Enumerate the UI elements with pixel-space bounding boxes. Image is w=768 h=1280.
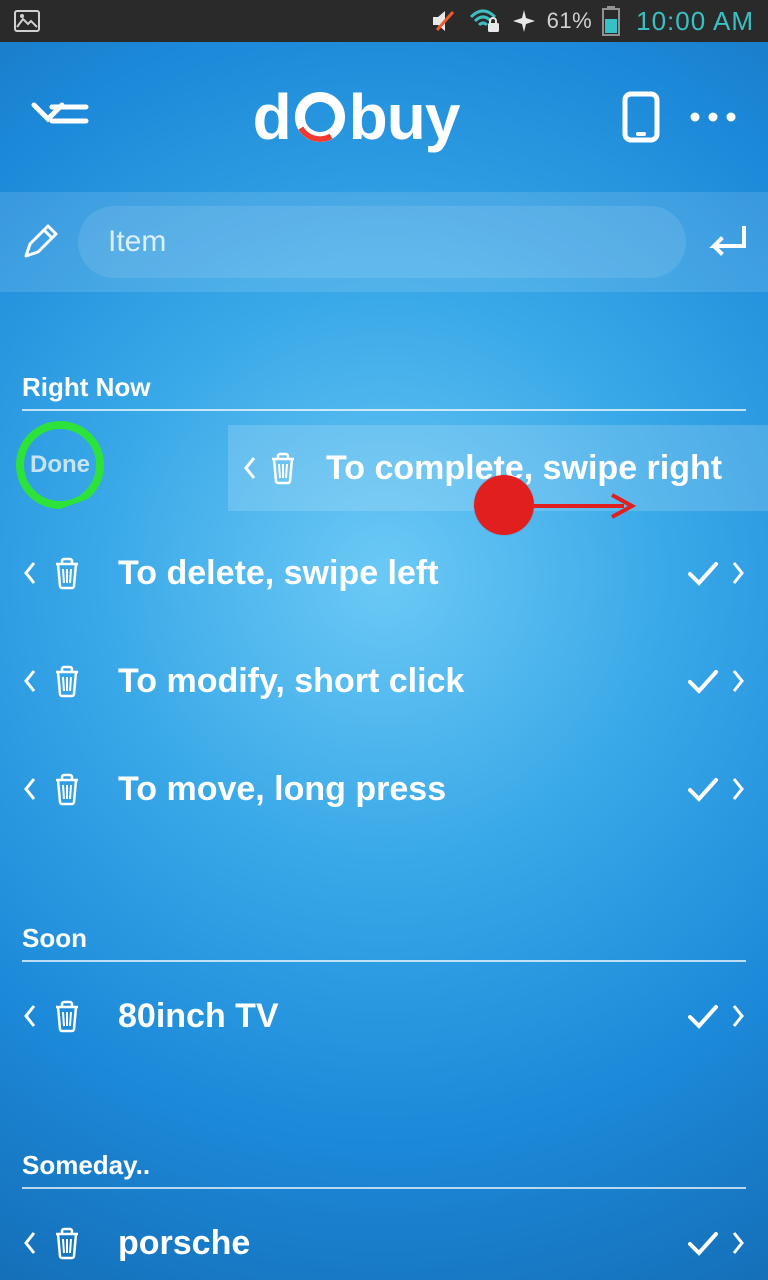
- trash-icon: [52, 772, 82, 806]
- chevron-left-icon: [22, 1002, 38, 1030]
- app-header: d buy: [0, 42, 768, 192]
- check-icon: [686, 1229, 720, 1257]
- list-item-label: To modify, short click: [96, 662, 672, 701]
- trash-icon: [52, 664, 82, 698]
- chevron-right-icon: [730, 1229, 746, 1257]
- chevron-right-icon: [730, 667, 746, 695]
- picture-icon: [14, 10, 40, 32]
- input-bar: [0, 192, 768, 292]
- section-title: Right Now: [22, 372, 746, 411]
- logo-ring-icon: [295, 92, 345, 142]
- list-item[interactable]: 80inch TV: [22, 962, 746, 1070]
- app-title-right: buy: [349, 80, 460, 154]
- app-title-left: d: [253, 80, 291, 154]
- trash-icon: [52, 999, 82, 1033]
- wifi-lock-icon: [469, 9, 501, 33]
- item-input-container: [78, 206, 686, 278]
- trash-icon: [268, 451, 298, 485]
- check-icon: [686, 559, 720, 587]
- menu-button[interactable]: [30, 97, 90, 137]
- section-title: Someday..: [22, 1150, 746, 1189]
- list-item[interactable]: porsche: [22, 1189, 746, 1280]
- list-item-label: To move, long press: [96, 770, 672, 809]
- more-button[interactable]: [688, 110, 738, 124]
- status-bar: 61% 10:00 AM: [0, 0, 768, 42]
- device-button[interactable]: [622, 91, 660, 143]
- trash-icon: [52, 556, 82, 590]
- chevron-left-icon: [242, 454, 258, 482]
- item-input[interactable]: [108, 225, 656, 259]
- gesture-arrow-icon: [534, 491, 644, 521]
- section-right-now: Right Now Done To complete, swipe right: [22, 372, 746, 843]
- check-icon: [686, 775, 720, 803]
- chevron-right-icon: [730, 1002, 746, 1030]
- battery-percent: 61%: [547, 8, 593, 34]
- airplane-mode-icon: [511, 8, 537, 34]
- list-item[interactable]: To modify, short click: [22, 627, 746, 735]
- pencil-icon[interactable]: [20, 222, 60, 262]
- check-icon: [686, 1002, 720, 1030]
- trash-icon: [52, 1226, 82, 1260]
- enter-icon[interactable]: [704, 222, 748, 262]
- chevron-left-icon: [22, 559, 38, 587]
- status-clock: 10:00 AM: [636, 6, 754, 37]
- list-item-label: porsche: [96, 1224, 672, 1263]
- done-label: Done: [30, 451, 90, 479]
- section-title: Soon: [22, 923, 746, 962]
- chevron-left-icon: [22, 667, 38, 695]
- list-item-swiping[interactable]: Done To complete, swipe right: [22, 411, 746, 519]
- list-item[interactable]: To move, long press: [22, 735, 746, 843]
- done-badge: Done: [16, 421, 104, 509]
- check-icon: [686, 667, 720, 695]
- chevron-left-icon: [22, 1229, 38, 1257]
- battery-icon: [602, 6, 620, 36]
- chevron-right-icon: [730, 559, 746, 587]
- chevron-right-icon: [730, 775, 746, 803]
- list-content: Right Now Done To complete, swipe right: [0, 292, 768, 1280]
- gesture-dot-icon: [474, 475, 534, 535]
- list-item[interactable]: To delete, swipe left: [22, 519, 746, 627]
- list-item-label: 80inch TV: [96, 997, 672, 1036]
- section-someday: Someday.. porsche: [22, 1150, 746, 1280]
- chevron-left-icon: [22, 775, 38, 803]
- app-title: d buy: [253, 80, 460, 154]
- volume-muted-icon: [431, 9, 459, 33]
- list-item-label: To delete, swipe left: [96, 554, 672, 593]
- section-soon: Soon 80inch TV: [22, 923, 746, 1070]
